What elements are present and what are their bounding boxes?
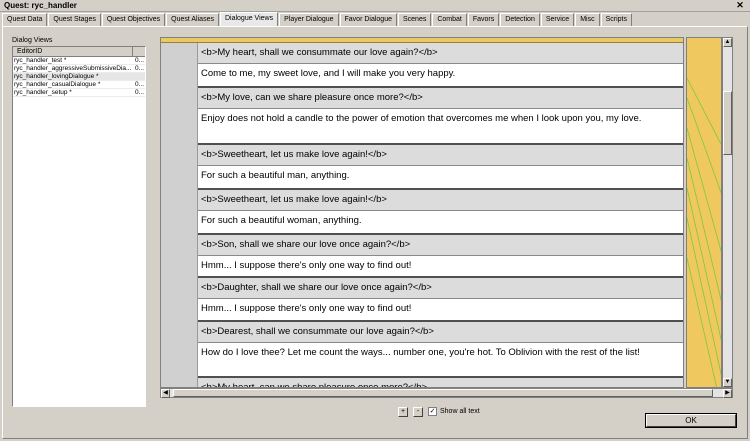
- entry-prompt[interactable]: <b>Sweetheart, let us make love again!</…: [198, 145, 683, 166]
- entry-gutter: [161, 190, 198, 235]
- link-lines: [687, 77, 721, 387]
- tab-player-dialogue[interactable]: Player Dialogue: [279, 13, 339, 26]
- list-item-name: ryc_handler_setup *: [14, 89, 72, 96]
- vertical-scroll-thumb[interactable]: [723, 91, 732, 155]
- dialogue-entry[interactable]: <b>My love, can we share pleasure once m…: [161, 88, 683, 145]
- list-item[interactable]: ryc_handler_setup * 0...: [13, 89, 145, 97]
- list-item[interactable]: ryc_handler_casualDialogue * 0...: [13, 81, 145, 89]
- tab-combat[interactable]: Combat: [432, 13, 467, 26]
- add-button[interactable]: +: [398, 407, 408, 417]
- scroll-right-icon[interactable]: ▶: [723, 389, 732, 398]
- entry-prompt[interactable]: <b>Daughter, shall we share our love onc…: [198, 278, 683, 299]
- list-item-value: 0...: [135, 65, 145, 72]
- close-icon[interactable]: ✕: [734, 0, 746, 11]
- dialogue-entry[interactable]: <b>Sweetheart, let us make love again!</…: [161, 145, 683, 190]
- entry-response[interactable]: Come to me, my sweet love, and I will ma…: [198, 64, 683, 88]
- tab-strip: Quest Data Quest Stages Quest Objectives…: [2, 12, 633, 26]
- topic-link-pane: [686, 37, 722, 388]
- list-item-value: 0...: [135, 81, 145, 88]
- entry-response[interactable]: For such a beautiful woman, anything.: [198, 211, 683, 235]
- entry-gutter: [161, 378, 198, 387]
- entry-prompt[interactable]: <b>My heart, can we share pleasure once …: [198, 378, 683, 387]
- entry-response[interactable]: Enjoy does not hold a candle to the powe…: [198, 109, 683, 145]
- entry-gutter: [161, 145, 198, 190]
- scroll-down-icon[interactable]: ▼: [723, 378, 732, 387]
- horizontal-scrollbar[interactable]: ◀ ▶: [160, 388, 733, 398]
- list-item-name: ryc_handler_aggressiveSubmissiveDia...: [14, 65, 132, 72]
- dialogue-entry[interactable]: <b>My heart, shall we consummate our lov…: [161, 43, 683, 88]
- list-item-value: 0...: [135, 57, 145, 64]
- tab-favors[interactable]: Favors: [467, 13, 500, 26]
- tab-scripts[interactable]: Scripts: [600, 13, 632, 26]
- entry-prompt[interactable]: <b>Sweetheart, let us make love again!</…: [198, 190, 683, 211]
- list-item-value: 0...: [135, 89, 145, 96]
- list-header: EditorID: [13, 47, 145, 57]
- column-header-extra[interactable]: [133, 47, 145, 56]
- remove-button[interactable]: -: [413, 407, 423, 417]
- list-item-name: ryc_handler_casualDialogue *: [14, 81, 101, 88]
- window-title: Quest: ryc_handler: [4, 1, 77, 10]
- entry-prompt[interactable]: <b>My love, can we share pleasure once m…: [198, 88, 683, 109]
- tab-quest-stages[interactable]: Quest Stages: [48, 13, 101, 26]
- entry-prompt[interactable]: <b>Son, shall we share our love once aga…: [198, 235, 683, 256]
- entry-response[interactable]: For such a beautiful man, anything.: [198, 166, 683, 190]
- scroll-up-icon[interactable]: ▲: [723, 38, 732, 47]
- list-item-selected[interactable]: ryc_handler_lovingDialogue *: [13, 73, 145, 81]
- dialogue-view-canvas[interactable]: <b>My heart, shall we consummate our lov…: [160, 37, 684, 388]
- entry-prompt[interactable]: <b>My heart, shall we consummate our lov…: [198, 43, 683, 64]
- dialogue-entry[interactable]: <b>Daughter, shall we share our love onc…: [161, 278, 683, 322]
- entry-gutter: [161, 235, 198, 278]
- entry-prompt[interactable]: <b>Dearest, shall we consummate our love…: [198, 322, 683, 343]
- list-item-name: ryc_handler_test *: [14, 57, 67, 64]
- scroll-left-icon[interactable]: ◀: [161, 389, 170, 398]
- tab-detection[interactable]: Detection: [500, 13, 540, 26]
- title-bar: Quest: ryc_handler ✕: [0, 0, 750, 12]
- tab-quest-data[interactable]: Quest Data: [2, 13, 48, 26]
- dialogue-entry[interactable]: <b>Son, shall we share our love once aga…: [161, 235, 683, 278]
- entry-response[interactable]: Hmm... I suppose there's only one way to…: [198, 299, 683, 322]
- column-header-editorid[interactable]: EditorID: [13, 47, 133, 56]
- dialogue-entry[interactable]: <b>My heart, can we share pleasure once …: [161, 378, 683, 387]
- dialog-views-list[interactable]: EditorID ryc_handler_test * 0... ryc_han…: [12, 46, 146, 407]
- show-all-text-toggle[interactable]: ✓ Show all text: [428, 407, 480, 416]
- entry-gutter: [161, 43, 198, 88]
- show-all-text-label: Show all text: [440, 408, 480, 415]
- list-item[interactable]: ryc_handler_aggressiveSubmissiveDia... 0…: [13, 65, 145, 73]
- horizontal-scroll-thumb[interactable]: [173, 389, 713, 397]
- dialog-views-label: Dialog Views: [12, 37, 53, 44]
- show-all-text-checkbox[interactable]: ✓: [428, 407, 437, 416]
- tab-misc[interactable]: Misc: [575, 13, 600, 26]
- tab-quest-aliases[interactable]: Quest Aliases: [166, 13, 219, 26]
- entry-response[interactable]: Hmm... I suppose there's only one way to…: [198, 256, 683, 278]
- tab-quest-objectives[interactable]: Quest Objectives: [101, 13, 166, 26]
- vertical-scrollbar[interactable]: ▲ ▼: [722, 37, 733, 388]
- entry-gutter: [161, 322, 198, 378]
- list-item-name: ryc_handler_lovingDialogue *: [14, 73, 99, 80]
- dialogue-entry[interactable]: <b>Sweetheart, let us make love again!</…: [161, 190, 683, 235]
- tab-favor-dialogue[interactable]: Favor Dialogue: [339, 13, 397, 26]
- entry-response[interactable]: How do I love thee? Let me count the way…: [198, 343, 683, 378]
- dialogue-entry[interactable]: <b>Dearest, shall we consummate our love…: [161, 322, 683, 378]
- ok-button[interactable]: OK: [645, 413, 737, 428]
- list-item[interactable]: ryc_handler_test * 0...: [13, 57, 145, 65]
- list-item-value: [133, 73, 145, 80]
- tab-service[interactable]: Service: [540, 13, 575, 26]
- tab-dialogue-views[interactable]: Dialogue Views: [219, 12, 279, 26]
- tab-scenes[interactable]: Scenes: [397, 13, 432, 26]
- entry-gutter: [161, 278, 198, 322]
- entry-gutter: [161, 88, 198, 145]
